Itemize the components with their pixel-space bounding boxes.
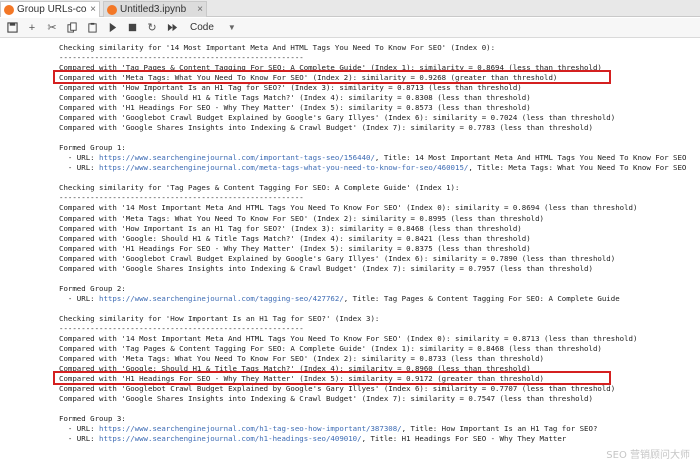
- output-line: - URL: https://www.searchenginejournal.c…: [59, 434, 566, 444]
- browser-tab-bar: Group URLs-cosine.ipynb × Untitled3.ipyn…: [0, 0, 700, 17]
- add-cell-icon[interactable]: +: [24, 20, 40, 36]
- output-line: Compared with 'Googlebot Crawl Budget Ex…: [59, 113, 616, 123]
- output-text: - URL:: [59, 153, 100, 163]
- url-link[interactable]: https://www.searchenginejournal.com/tagg…: [99, 294, 344, 303]
- output-line: Compared with 'Google Shares Insights in…: [59, 394, 593, 404]
- jupyter-icon: [107, 4, 117, 15]
- output-line: - URL: https://www.searchenginejournal.c…: [59, 294, 620, 304]
- url-link[interactable]: https://www.searchenginejournal.com/h1-t…: [99, 424, 402, 433]
- url-link[interactable]: https://www.searchenginejournal.com/impo…: [99, 153, 375, 162]
- highlight-box: [53, 370, 611, 385]
- output-line: Compared with 'Google Shares Insights in…: [59, 123, 593, 133]
- output-line: Checking similarity for 'How Important I…: [59, 313, 380, 323]
- output-line: - URL: https://www.searchenginejournal.c…: [59, 153, 687, 163]
- output-line: Compared with 'H1 Headings For SEO - Why…: [59, 243, 531, 253]
- notebook-toolbar: + ✂ ↻ Code ▼: [0, 18, 700, 38]
- output-text: , Title: Tag Pages & Content Tagging For…: [343, 293, 620, 303]
- output-text: - URL:: [59, 424, 100, 434]
- url-link[interactable]: https://www.searchenginejournal.com/h1-h…: [99, 434, 362, 443]
- jupyter-icon: [4, 4, 14, 15]
- output-text: , Title: How Important Is an H1 Tag for …: [401, 424, 598, 434]
- close-icon[interactable]: ×: [87, 4, 99, 15]
- close-icon[interactable]: ×: [194, 4, 206, 15]
- output-line: Formed Group 2:: [59, 283, 126, 293]
- output-line: Compared with 'Google: Should H1 & Title…: [59, 233, 531, 243]
- tab-group-urls-cosine[interactable]: Group URLs-cosine.ipynb ×: [0, 1, 100, 17]
- output-line: Checking similarity for 'Tag Pages & Con…: [59, 183, 460, 193]
- output-line: Compared with 'Google Shares Insights in…: [59, 263, 593, 273]
- output-text: - URL:: [59, 293, 100, 303]
- watermark: SEO 营销顾问大师: [606, 450, 690, 461]
- output-line: Compared with 'H1 Headings For SEO - Why…: [59, 103, 531, 113]
- output-text: - URL:: [59, 163, 100, 173]
- output-text: - URL:: [59, 434, 100, 444]
- tab-untitled3[interactable]: Untitled3.ipynb ×: [103, 1, 207, 17]
- highlight-box: [53, 70, 611, 85]
- restart-icon[interactable]: ↻: [144, 20, 160, 36]
- run-icon[interactable]: [104, 20, 120, 36]
- fast-forward-icon[interactable]: [164, 20, 180, 36]
- output-line: Compared with 'Googlebot Crawl Budget Ex…: [59, 253, 616, 263]
- output-line: Compared with '14 Most Important Meta An…: [59, 333, 638, 343]
- cut-icon[interactable]: ✂: [44, 20, 60, 36]
- paste-icon[interactable]: [84, 20, 100, 36]
- output-line: ----------------------------------------…: [59, 193, 304, 203]
- copy-icon[interactable]: [64, 20, 80, 36]
- output-text: , Title: 14 Most Important Meta And HTML…: [374, 153, 687, 163]
- output-line: Formed Group 3:: [59, 414, 126, 424]
- stop-icon[interactable]: [124, 20, 140, 36]
- output-line: - URL: https://www.searchenginejournal.c…: [59, 163, 687, 173]
- chevron-down-icon: ▼: [227, 23, 236, 32]
- output-line: Checking similarity for '14 Most Importa…: [59, 43, 496, 52]
- output-line: Formed Group 1:: [59, 143, 126, 153]
- url-link[interactable]: https://www.searchenginejournal.com/meta…: [99, 163, 468, 172]
- output-line: Compared with 'How Important Is an H1 Ta…: [59, 83, 522, 93]
- cell-type-select[interactable]: Code ▼: [190, 22, 236, 33]
- output-line: ----------------------------------------…: [59, 323, 304, 333]
- output-line: - URL: https://www.searchenginejournal.c…: [59, 424, 598, 434]
- output-line: ----------------------------------------…: [59, 53, 304, 63]
- tab-label: Group URLs-cosine.ipynb: [17, 4, 87, 15]
- output-text: , Title: Meta Tags: What You Need To Kno…: [468, 163, 687, 173]
- save-icon[interactable]: [4, 20, 20, 36]
- output-text: , Title: H1 Headings For SEO - Why They …: [361, 434, 567, 444]
- cell-output: Checking similarity for '14 Most Importa…: [0, 39, 700, 467]
- cell-type-value: Code: [190, 22, 214, 33]
- tab-label: Untitled3.ipynb: [120, 4, 187, 15]
- output-line: Compared with 'How Important Is an H1 Ta…: [59, 223, 522, 233]
- output-line: Compared with 'Tag Pages & Content Taggi…: [59, 343, 602, 353]
- output-line: Compared with 'Google: Should H1 & Title…: [59, 93, 531, 103]
- output-line: Compared with '14 Most Important Meta An…: [59, 203, 638, 213]
- output-line: Compared with 'Googlebot Crawl Budget Ex…: [59, 384, 616, 394]
- output-line: Compared with 'Meta Tags: What You Need …: [59, 353, 544, 363]
- output-line: Compared with 'Meta Tags: What You Need …: [59, 213, 544, 223]
